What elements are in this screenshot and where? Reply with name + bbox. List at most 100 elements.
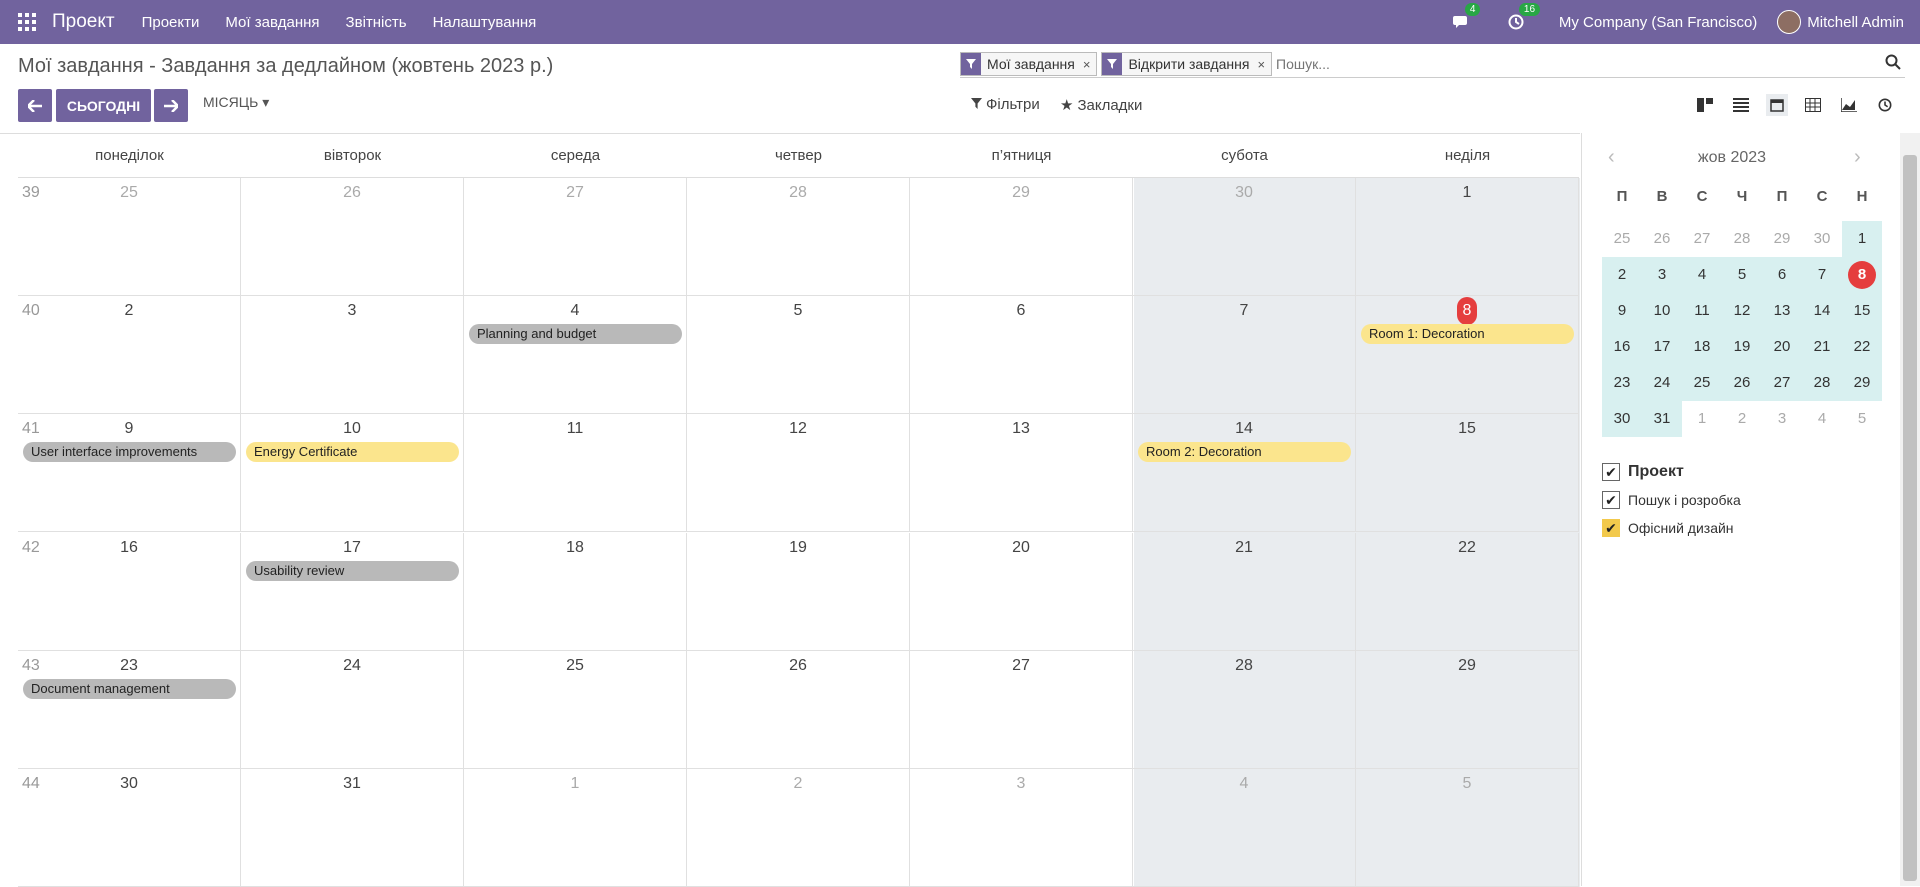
calendar-day-cell[interactable]: 1 (464, 769, 687, 887)
previous-button[interactable] (18, 89, 52, 122)
calendar-day-cell[interactable]: 13 (910, 414, 1133, 533)
activity-clock-icon[interactable]: 16 (1505, 3, 1541, 33)
calendar-day-cell[interactable]: 11 (464, 414, 687, 533)
user-menu[interactable]: Mitchell Admin (1807, 14, 1904, 31)
checkbox-checked-icon[interactable]: ✔ (1602, 463, 1620, 481)
calendar-day-cell[interactable]: 8 Room 1: Decoration (1356, 296, 1579, 415)
mini-day[interactable]: 26 (1722, 365, 1762, 401)
calendar-day-cell[interactable]: 15 (1356, 414, 1579, 533)
calendar-day-cell[interactable]: 30 (1133, 178, 1356, 296)
calendar-event[interactable]: Document management (23, 678, 236, 699)
calendar-view-icon[interactable] (1766, 94, 1788, 116)
mini-day[interactable]: 5 (1722, 257, 1762, 293)
calendar-day-cell[interactable]: 22 (1356, 532, 1579, 651)
calendar-day-cell[interactable]: 3 (910, 769, 1133, 887)
mini-day[interactable]: 26 (1642, 221, 1682, 257)
calendar-event[interactable]: Energy Certificate (246, 442, 459, 463)
calendar-day-cell[interactable]: 41 9 User interface improvements (18, 414, 241, 533)
today-button[interactable]: СЬОГОДНІ (56, 89, 151, 122)
calendar-day-cell[interactable]: 26 (687, 650, 910, 769)
mini-day[interactable]: 12 (1722, 293, 1762, 329)
user-avatar[interactable] (1777, 10, 1802, 34)
mini-day[interactable]: 19 (1722, 329, 1762, 365)
calendar-day-cell[interactable]: 21 (1133, 532, 1356, 651)
calendar-day-cell[interactable]: 5 (1356, 769, 1579, 887)
calendar-day-cell[interactable]: 40 2 (18, 296, 241, 415)
mini-day[interactable]: 29 (1842, 365, 1882, 401)
mini-day[interactable]: 18 (1682, 329, 1722, 365)
mini-day[interactable]: 1 (1682, 401, 1722, 437)
calendar-event[interactable]: Room 1: Decoration (1361, 324, 1574, 345)
mini-day[interactable]: 24 (1642, 365, 1682, 401)
calendar-day-cell[interactable]: 12 (687, 414, 910, 533)
mini-day[interactable]: 1 (1842, 221, 1882, 257)
mini-day[interactable]: 25 (1682, 365, 1722, 401)
mini-day[interactable]: 4 (1802, 401, 1842, 437)
filter-project-office-design[interactable]: ✔ Офісний дизайн (1602, 519, 1741, 537)
search-icon[interactable] (1885, 54, 1901, 75)
vertical-scrollbar[interactable] (1900, 133, 1920, 886)
app-name[interactable]: Проект (52, 11, 115, 33)
chevron-right-icon[interactable]: › (1854, 146, 1861, 169)
mini-day[interactable]: 11 (1682, 293, 1722, 329)
menu-reporting[interactable]: Звітність (346, 14, 407, 31)
calendar-day-cell[interactable]: 17 Usability review (241, 532, 464, 651)
mini-day[interactable]: 16 (1602, 329, 1642, 365)
mini-day[interactable]: 3 (1642, 257, 1682, 293)
kanban-view-icon[interactable] (1694, 94, 1716, 116)
calendar-day-cell[interactable]: 27 (910, 650, 1133, 769)
mini-day[interactable]: 5 (1842, 401, 1882, 437)
mini-day[interactable]: 10 (1642, 293, 1682, 329)
search-input[interactable] (1276, 56, 1905, 72)
scale-dropdown[interactable]: МІСЯЦЬ ▾ (203, 94, 269, 111)
calendar-day-cell[interactable]: 44 30 (18, 769, 241, 887)
calendar-day-cell[interactable]: 19 (687, 532, 910, 651)
mini-day[interactable]: 15 (1842, 293, 1882, 329)
graph-view-icon[interactable] (1838, 94, 1860, 116)
calendar-day-cell[interactable]: 29 (1356, 650, 1579, 769)
activity-view-icon[interactable] (1874, 94, 1896, 116)
mini-day[interactable]: 28 (1722, 221, 1762, 257)
calendar-day-cell[interactable]: 39 25 (18, 178, 241, 296)
mini-day[interactable]: 7 (1802, 257, 1842, 293)
mini-day[interactable]: 30 (1602, 401, 1642, 437)
mini-day[interactable]: 25 (1602, 221, 1642, 257)
mini-day[interactable]: 21 (1802, 329, 1842, 365)
calendar-day-cell[interactable]: 3 (241, 296, 464, 415)
mini-day[interactable]: 3 (1762, 401, 1802, 437)
checkbox-checked-icon[interactable]: ✔ (1602, 519, 1620, 537)
calendar-event[interactable]: Usability review (246, 560, 459, 581)
calendar-day-cell[interactable]: 2 (687, 769, 910, 887)
company-switcher[interactable]: My Company (San Francisco) (1559, 14, 1757, 31)
calendar-day-cell[interactable]: 25 (464, 650, 687, 769)
mini-day[interactable]: 9 (1602, 293, 1642, 329)
mini-day[interactable]: 23 (1602, 365, 1642, 401)
calendar-day-cell[interactable]: 28 (1133, 650, 1356, 769)
mini-day[interactable]: 27 (1682, 221, 1722, 257)
chat-icon[interactable]: 4 (1451, 3, 1481, 33)
calendar-day-cell[interactable]: 1 (1356, 178, 1579, 296)
facet-remove-icon[interactable]: × (1080, 53, 1097, 75)
calendar-day-cell[interactable]: 20 (910, 532, 1133, 651)
favorites-toggle[interactable]: ★ Закладки (1060, 96, 1142, 115)
calendar-day-cell[interactable]: 31 (241, 769, 464, 887)
mini-day[interactable]: 29 (1762, 221, 1802, 257)
mini-day[interactable]: 6 (1762, 257, 1802, 293)
apps-menu-icon[interactable] (18, 12, 38, 32)
calendar-day-cell[interactable]: 10 Energy Certificate (241, 414, 464, 533)
filter-project-research[interactable]: ✔ Пошук і розробка (1602, 491, 1741, 509)
mini-day[interactable]: 2 (1722, 401, 1762, 437)
calendar-day-cell[interactable]: 14 Room 2: Decoration (1133, 414, 1356, 533)
calendar-day-cell[interactable]: 42 16 (18, 532, 241, 651)
mini-day[interactable]: 4 (1682, 257, 1722, 293)
calendar-day-cell[interactable]: 28 (687, 178, 910, 296)
mini-day[interactable]: 28 (1802, 365, 1842, 401)
mini-day-today[interactable]: 8 (1842, 257, 1882, 293)
mini-day[interactable]: 31 (1642, 401, 1682, 437)
calendar-day-cell[interactable]: 27 (464, 178, 687, 296)
mini-day[interactable]: 2 (1602, 257, 1642, 293)
calendar-day-cell[interactable]: 24 (241, 650, 464, 769)
mini-day[interactable]: 30 (1802, 221, 1842, 257)
mini-day[interactable]: 14 (1802, 293, 1842, 329)
mini-day[interactable]: 13 (1762, 293, 1802, 329)
